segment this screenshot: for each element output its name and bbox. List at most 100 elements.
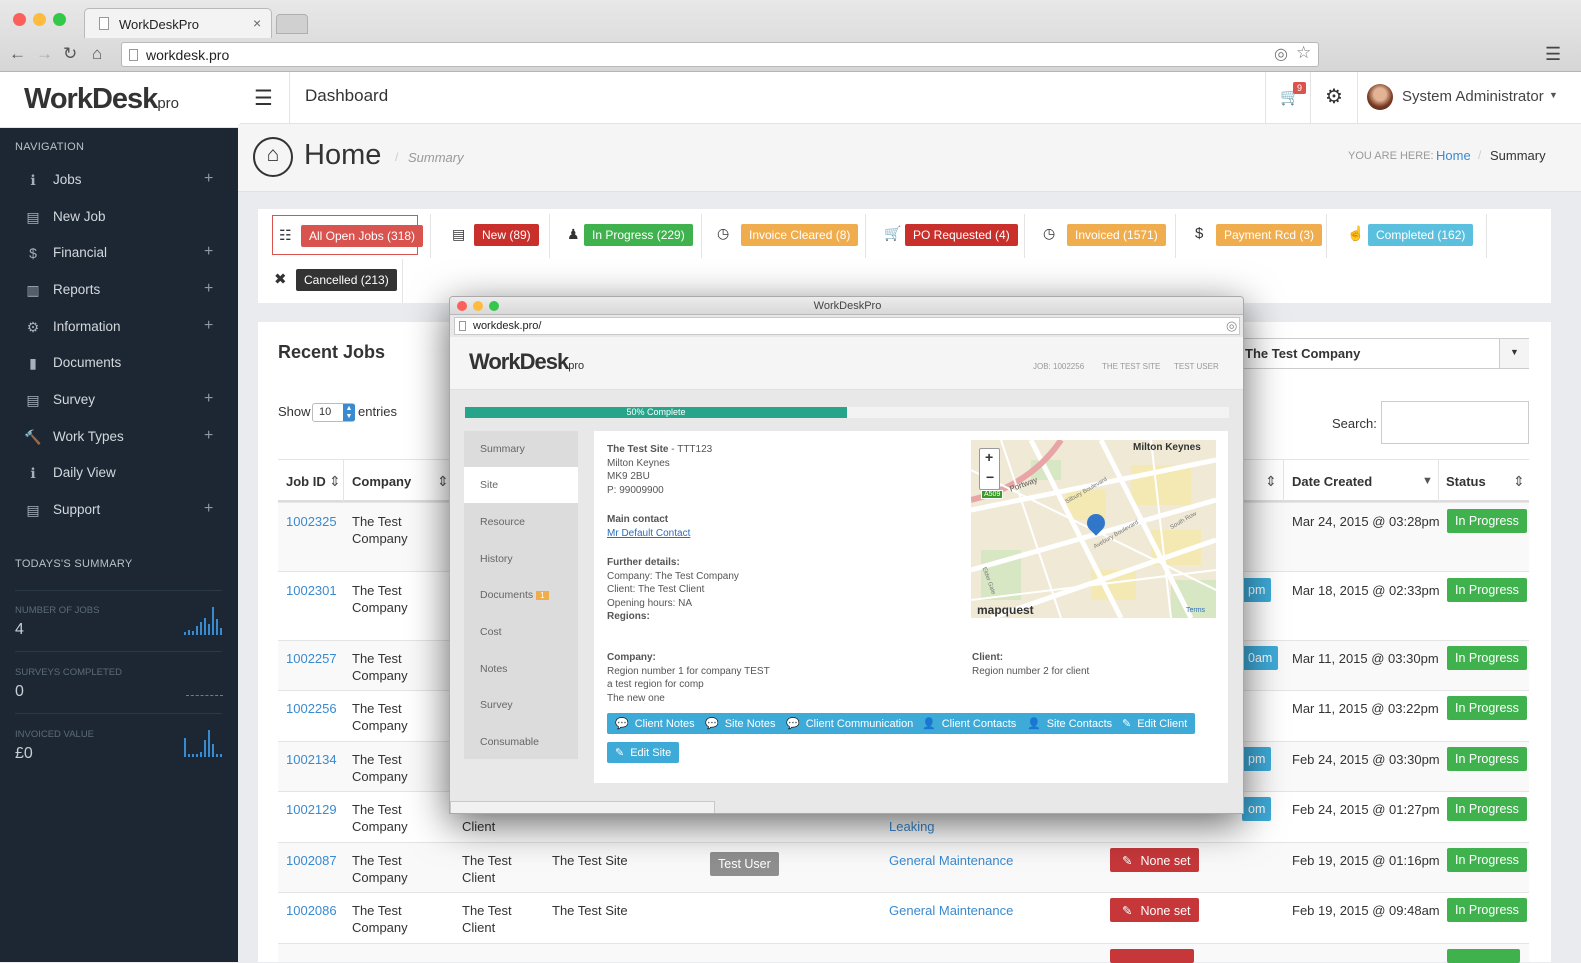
reload-icon[interactable]: ↻ bbox=[63, 44, 77, 64]
cart-button[interactable]: 🛒 9 bbox=[1265, 72, 1309, 124]
sidebar-item-new-job[interactable]: ▤ New Job bbox=[0, 200, 238, 236]
col-company[interactable]: Company bbox=[352, 473, 411, 490]
menu-item-documents[interactable]: Documents 1 bbox=[464, 577, 576, 613]
sidebar-item-reports[interactable]: ▥ Reports + bbox=[0, 273, 238, 309]
new-tab-button[interactable] bbox=[276, 14, 308, 34]
po-button[interactable] bbox=[1110, 949, 1194, 963]
breadcrumb-home[interactable]: Home bbox=[1436, 148, 1471, 163]
filter-po-requested[interactable]: 🛒 PO Requested (4) bbox=[882, 215, 1022, 255]
sort-icon[interactable]: ⇕ bbox=[1513, 473, 1525, 490]
popup-window[interactable]: WorkDeskPro workdesk.pro/ ◎ WorkDeskpro … bbox=[449, 296, 1244, 814]
po-button[interactable]: ✎ None set bbox=[1110, 848, 1199, 872]
sidebar-item-work-types[interactable]: 🔨 Work Types + bbox=[0, 420, 238, 456]
job-id-link[interactable]: 1002087 bbox=[286, 852, 337, 869]
home-icon[interactable]: ⌂ bbox=[92, 44, 102, 64]
zoom-out-button[interactable]: − bbox=[986, 469, 994, 485]
minimize-window-icon[interactable] bbox=[33, 13, 46, 26]
address-bar[interactable]: workdesk.pro ◎ ☆ bbox=[121, 42, 1319, 67]
browser-tab[interactable]: WorkDeskPro × bbox=[84, 8, 272, 38]
menu-toggle[interactable]: ☰ bbox=[240, 72, 290, 124]
avatar[interactable] bbox=[1367, 84, 1393, 110]
filter-all-open-jobs[interactable]: ☷ All Open Jobs (318) bbox=[272, 215, 424, 255]
settings-button[interactable]: ⚙ bbox=[1310, 72, 1358, 124]
expand-icon[interactable]: + bbox=[204, 280, 213, 298]
hamburger-icon[interactable]: ☰ bbox=[254, 86, 273, 111]
popup-titlebar[interactable]: WorkDeskPro bbox=[450, 297, 1243, 315]
table-row[interactable] bbox=[278, 943, 1529, 963]
filter-new[interactable]: ▤ New (89) bbox=[446, 215, 546, 255]
filter-invoiced[interactable]: ◷ Invoiced (1571) bbox=[1041, 215, 1171, 255]
user-name[interactable]: System Administrator bbox=[1402, 88, 1544, 105]
col-date-created[interactable]: Date Created bbox=[1292, 473, 1372, 490]
client-contacts-button[interactable]: 👤 Client Contacts bbox=[914, 713, 1025, 734]
menu-item-history[interactable]: History bbox=[464, 541, 576, 577]
menu-item-survey[interactable]: Survey bbox=[464, 687, 576, 723]
job-id-link[interactable]: 1002256 bbox=[286, 700, 337, 717]
sidebar-item-documents[interactable]: ▮ Documents bbox=[0, 346, 238, 382]
client-communication-button[interactable]: 💬 Client Communication bbox=[778, 713, 922, 734]
table-row[interactable]: 1002086 The Test Company The Test Client… bbox=[278, 892, 1529, 943]
table-row[interactable]: 1002087 The Test Company The Test Client… bbox=[278, 842, 1529, 892]
menu-item-consumable[interactable]: Consumable bbox=[464, 724, 576, 760]
location-icon[interactable]: ◎ bbox=[1274, 44, 1288, 64]
sort-desc-icon[interactable]: ▼ bbox=[1422, 473, 1433, 490]
job-id-link[interactable]: 1002086 bbox=[286, 902, 337, 919]
popup-address-bar[interactable]: workdesk.pro/ ◎ bbox=[454, 317, 1240, 335]
caret-down-icon[interactable]: ▼ bbox=[1549, 90, 1558, 100]
po-button[interactable]: ✎ None set bbox=[1110, 898, 1199, 922]
site-contacts-button[interactable]: 👤 Site Contacts bbox=[1019, 713, 1121, 734]
main-contact-link[interactable]: Mr Default Contact bbox=[607, 528, 690, 539]
menu-item-notes[interactable]: Notes bbox=[464, 651, 576, 687]
close-window-icon[interactable] bbox=[13, 13, 26, 26]
work-type-link[interactable]: General Maintenance bbox=[889, 852, 1013, 869]
expand-icon[interactable]: + bbox=[204, 390, 213, 408]
sidebar-item-financial[interactable]: $ Financial + bbox=[0, 236, 238, 272]
company-select[interactable]: The Test Company ▼ bbox=[1236, 338, 1529, 369]
sidebar-item-information[interactable]: ⚙ Information + bbox=[0, 310, 238, 346]
client-notes-button[interactable]: 💬 Client Notes bbox=[607, 713, 703, 734]
work-type-link[interactable]: Leaking bbox=[889, 818, 935, 835]
expand-icon[interactable]: + bbox=[204, 317, 213, 335]
job-id-link[interactable]: 1002325 bbox=[286, 513, 337, 530]
caret-down-icon[interactable]: ▼ bbox=[1499, 339, 1529, 368]
filter-invoice-cleared[interactable]: ◷ Invoice Cleared (8) bbox=[715, 215, 865, 255]
expand-icon[interactable]: + bbox=[204, 170, 213, 188]
site-notes-button[interactable]: 💬 Site Notes bbox=[697, 713, 784, 734]
col-status[interactable]: Status bbox=[1446, 473, 1486, 490]
search-input[interactable] bbox=[1381, 401, 1529, 444]
expand-icon[interactable]: + bbox=[204, 243, 213, 261]
job-id-link[interactable]: 1002129 bbox=[286, 801, 337, 818]
zoom-in-button[interactable]: + bbox=[985, 449, 993, 465]
edit-client-button[interactable]: ✎ Edit Client bbox=[1114, 713, 1196, 734]
job-id-link[interactable]: 1002134 bbox=[286, 751, 337, 768]
brand-logo[interactable]: WorkDeskpro bbox=[24, 83, 179, 116]
filter-in-progress[interactable]: ♟ In Progress (229) bbox=[563, 215, 693, 255]
menu-item-summary[interactable]: Summary bbox=[464, 431, 576, 467]
sidebar-item-daily-view[interactable]: ℹ Daily View bbox=[0, 456, 238, 492]
menu-item-resource[interactable]: Resource bbox=[464, 504, 576, 540]
bookmark-star-icon[interactable]: ☆ bbox=[1296, 43, 1311, 63]
back-icon[interactable]: ← bbox=[9, 44, 26, 64]
expand-icon[interactable]: + bbox=[204, 500, 213, 518]
work-type-link[interactable]: General Maintenance bbox=[889, 902, 1013, 919]
filter-completed[interactable]: ☝ Completed (162) bbox=[1345, 215, 1475, 255]
site-map[interactable]: + − A509 Milton Keynes Portway Silbury B… bbox=[971, 440, 1216, 618]
menu-item-site[interactable]: Site bbox=[464, 467, 578, 503]
job-id-link[interactable]: 1002257 bbox=[286, 650, 337, 667]
map-terms-link[interactable]: Terms bbox=[1186, 607, 1205, 614]
sidebar-item-support[interactable]: ▤ Support + bbox=[0, 493, 238, 529]
expand-icon[interactable]: + bbox=[204, 427, 213, 445]
location-icon[interactable]: ◎ bbox=[1226, 318, 1237, 334]
sidebar-item-survey[interactable]: ▤ Survey + bbox=[0, 383, 238, 419]
menu-item-cost[interactable]: Cost bbox=[464, 614, 576, 650]
sort-icon[interactable]: ⇕ bbox=[1265, 473, 1277, 490]
sidebar-item-jobs[interactable]: ℹ Jobs + bbox=[0, 163, 238, 199]
edit-site-button[interactable]: ✎ Edit Site bbox=[607, 742, 680, 763]
col-job-id[interactable]: Job ID bbox=[286, 473, 326, 490]
entries-select[interactable]: 10 ▲ ▼ bbox=[312, 403, 355, 422]
browser-menu-icon[interactable]: ☰ bbox=[1545, 44, 1561, 65]
sort-icon[interactable]: ⇕ bbox=[437, 473, 449, 490]
job-id-link[interactable]: 1002301 bbox=[286, 582, 337, 599]
sort-icon[interactable]: ⇕ bbox=[329, 473, 341, 490]
filter-cancelled[interactable]: ✖ Cancelled (213) bbox=[272, 260, 402, 300]
